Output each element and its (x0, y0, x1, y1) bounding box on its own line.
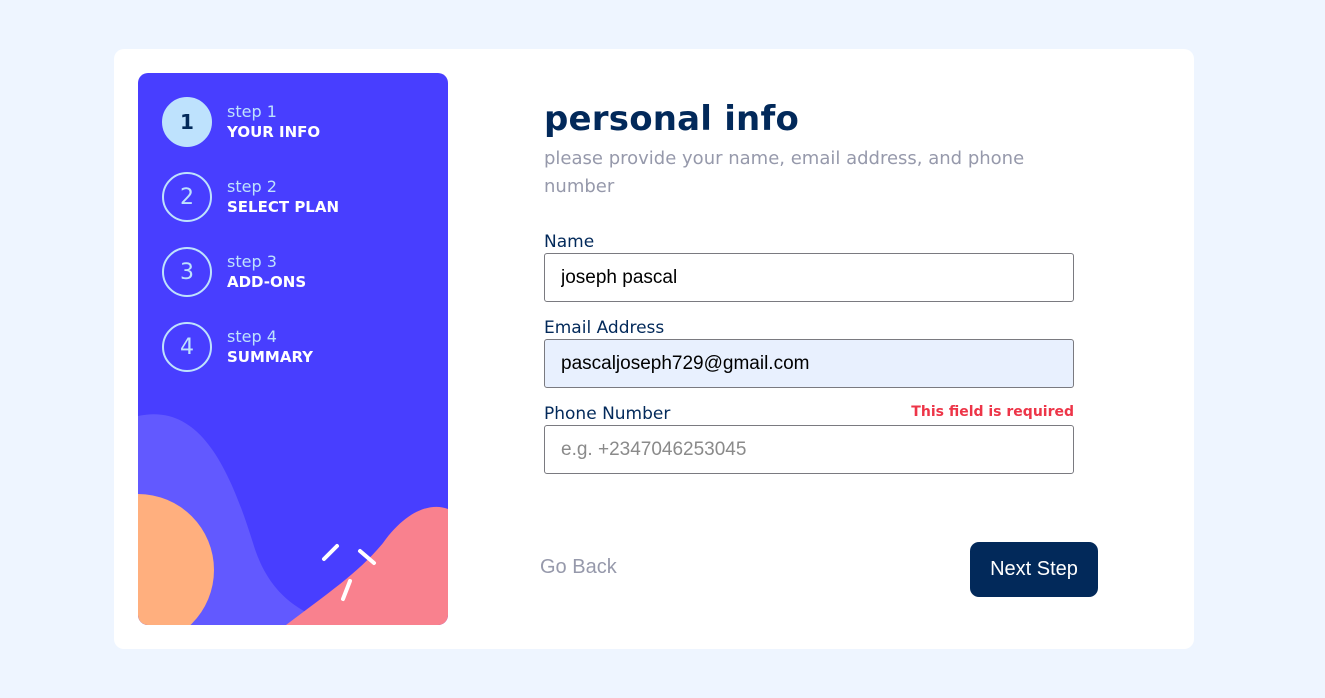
step-4-sub: step 4 (227, 327, 277, 346)
go-back-button[interactable]: Go Back (540, 556, 617, 579)
step-4-title: SUMMARY (227, 348, 314, 366)
page-subtitle: please provide your name, email address,… (544, 148, 1025, 197)
page-title: personal info (544, 99, 800, 139)
sidebar: 1 step 1 YOUR INFO 2 step 2 SELECT PLAN … (138, 73, 448, 625)
step-3[interactable]: 3 step 3 ADD-ONS (162, 247, 339, 297)
email-label: Email Address (544, 318, 665, 338)
step-2-number: 2 (162, 172, 212, 222)
name-field-group: Name (544, 231, 1074, 302)
phone-label: Phone Number (544, 404, 671, 424)
sparkle-line-1 (322, 544, 339, 561)
phone-error-message: This field is required (911, 404, 1074, 420)
step-3-title: ADD-ONS (227, 273, 307, 291)
next-step-button[interactable]: Next Step (970, 542, 1098, 597)
step-1-sub: step 1 (227, 102, 277, 121)
step-1[interactable]: 1 step 1 YOUR INFO (162, 97, 339, 147)
phone-input[interactable] (544, 425, 1074, 474)
step-1-number: 1 (162, 97, 212, 147)
name-label: Name (544, 232, 595, 252)
step-2-title: SELECT PLAN (227, 198, 340, 216)
form-main: personal info please provide your name, … (544, 93, 1074, 474)
email-input[interactable] (544, 339, 1074, 388)
step-4[interactable]: 4 step 4 SUMMARY (162, 322, 339, 372)
step-3-number: 3 (162, 247, 212, 297)
step-3-sub: step 3 (227, 252, 277, 271)
name-input[interactable] (544, 253, 1074, 302)
step-4-number: 4 (162, 322, 212, 372)
step-2[interactable]: 2 step 2 SELECT PLAN (162, 172, 339, 222)
email-field-group: Email Address (544, 317, 1074, 388)
phone-field-group: Phone Number This field is required (544, 403, 1074, 474)
step-2-sub: step 2 (227, 177, 277, 196)
step-1-title: YOUR INFO (227, 123, 321, 141)
pink-wave-shape (286, 506, 448, 625)
step-list: 1 step 1 YOUR INFO 2 step 2 SELECT PLAN … (162, 97, 339, 397)
